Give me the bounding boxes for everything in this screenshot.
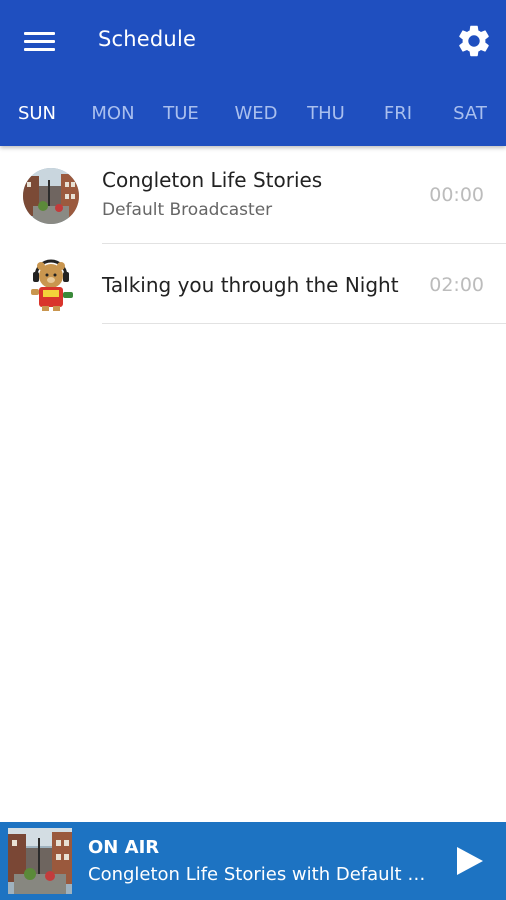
street-photo-avatar-icon <box>23 168 79 224</box>
now-playing-text: Congleton Life Stories with Default Broa… <box>88 864 428 885</box>
tab-wed[interactable]: WED <box>219 92 293 136</box>
street-photo-thumbnail-icon <box>8 828 72 894</box>
hamburger-menu-icon[interactable] <box>22 24 58 58</box>
now-playing-bar[interactable]: ON AIR Congleton Life Stories with Defau… <box>0 822 506 900</box>
tab-sat[interactable]: SAT <box>434 92 506 136</box>
schedule-item-time: 02:00 <box>429 274 484 296</box>
day-tabs: SUN MON TUE WED THU FRI SAT <box>0 92 506 136</box>
play-icon[interactable] <box>452 844 486 878</box>
teddy-bear-headphones-avatar-icon <box>23 256 79 312</box>
divider <box>102 323 506 324</box>
schedule-item-subtitle: Default Broadcaster <box>102 200 273 220</box>
on-air-label: ON AIR <box>88 837 160 858</box>
tab-sun[interactable]: SUN <box>0 92 74 136</box>
schedule-item-title: Talking you through the Night <box>102 273 399 297</box>
schedule-item[interactable]: Congleton Life Stories Default Broadcast… <box>0 146 506 244</box>
page-title: Schedule <box>98 27 197 51</box>
tab-thu[interactable]: THU <box>290 92 362 136</box>
schedule-item-time: 00:00 <box>429 184 484 206</box>
settings-gear-icon[interactable] <box>455 22 493 60</box>
app-bar: Schedule SUN MON TUE WED THU FRI SAT <box>0 0 506 146</box>
schedule-item-title: Congleton Life Stories <box>102 168 323 192</box>
tab-fri[interactable]: FRI <box>362 92 434 136</box>
schedule-item[interactable]: Talking you through the Night 02:00 <box>0 244 506 324</box>
tab-tue[interactable]: TUE <box>145 92 217 136</box>
tab-mon[interactable]: MON <box>76 92 150 136</box>
